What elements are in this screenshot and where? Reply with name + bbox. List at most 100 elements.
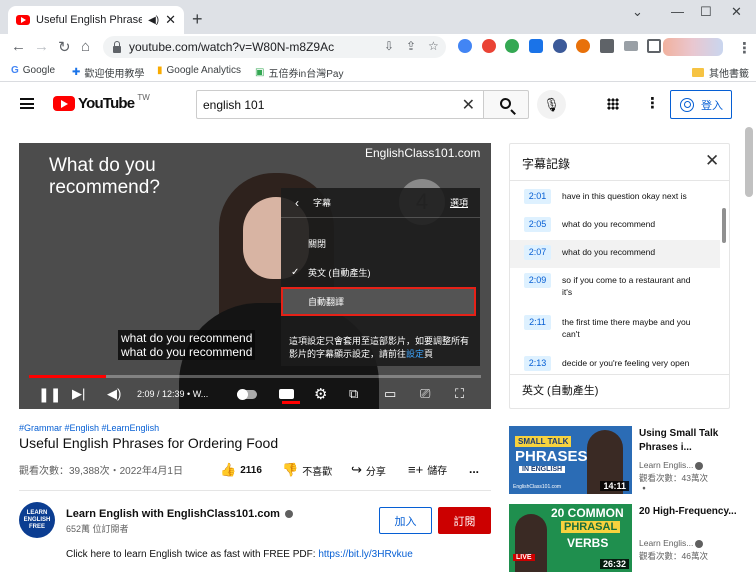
like-button[interactable]: 👍 2116 [220, 462, 262, 478]
browser-tab[interactable]: Useful English Phrases for Ordering Food… [8, 6, 184, 34]
close-transcript-icon[interactable]: ✕ [705, 151, 719, 171]
next-icon[interactable]: ▶| [72, 379, 85, 409]
autoplay-toggle[interactable] [237, 379, 257, 409]
chrome-menu-icon[interactable]: ⋮ [737, 39, 752, 57]
subscribe-button[interactable]: 訂閱 [438, 507, 491, 534]
close-window-icon[interactable]: ✕ [731, 4, 742, 20]
recommended-video-thumbnail[interactable]: 20 COMMON PHRASAL VERBS LIVE 26:32 [509, 504, 632, 572]
volume-icon[interactable]: ◀) [107, 379, 121, 409]
address-bar[interactable]: youtube.com/watch?v=W80N-m8Z9Ac ⇩ ⇪ ☆ [103, 36, 446, 58]
join-button[interactable]: 加入 [379, 507, 432, 534]
media-control-icon[interactable] [624, 41, 638, 51]
subtitles-button[interactable] [279, 379, 294, 409]
recommended-video-channel[interactable]: Learn Englis... [639, 459, 739, 471]
video-duration: 26:32 [599, 559, 629, 569]
account-icon [680, 97, 694, 112]
bookmark-analytics[interactable]: ▮ Google Analytics [157, 65, 241, 76]
sign-in-button[interactable]: 登入 [670, 90, 732, 119]
seek-bar[interactable] [29, 375, 481, 378]
pause-icon[interactable]: ❚❚ [38, 379, 61, 409]
bookmark-star-icon[interactable]: ☆ [428, 39, 439, 53]
translate-extension-icon[interactable] [458, 39, 472, 53]
extensions-puzzle-icon[interactable] [600, 39, 614, 53]
transcript-segment[interactable]: 2:05 what do you recommend [510, 212, 720, 240]
green-extension-icon[interactable] [505, 39, 519, 53]
share-page-icon[interactable]: ⇪ [406, 39, 416, 53]
transcript-segment[interactable]: 2:11 the first time there maybe and you … [510, 310, 720, 351]
install-app-icon[interactable]: ⇩ [384, 39, 394, 53]
transcript-language-select[interactable]: 英文 (自動產生) [522, 382, 598, 398]
recommended-video-title[interactable]: 20 High-Frequency... [639, 505, 739, 519]
close-tab-icon[interactable]: ✕ [165, 12, 176, 28]
transcript-scrollbar[interactable] [722, 208, 726, 243]
subtitle-option-off[interactable]: 關閉 [281, 231, 480, 256]
subtitle-option-auto-translate[interactable]: 自動翻譯 [281, 287, 476, 316]
speaker-icon[interactable]: ◀) [148, 15, 159, 26]
forward-icon[interactable]: → [34, 38, 49, 55]
subtitles-options-link[interactable]: 選項 [450, 196, 468, 209]
reload-icon[interactable]: ↻ [58, 38, 71, 56]
description-link[interactable]: https://bit.ly/3HRvkue [318, 549, 412, 560]
settings-link[interactable]: 設定 [406, 349, 424, 359]
cast-icon[interactable]: ⎚ [420, 379, 430, 409]
bookmark-tutorial[interactable]: ✚ 歡迎使用教學 [72, 65, 144, 80]
thumb-label-phrasal: PHRASAL [561, 521, 621, 533]
screenshot-extension-icon[interactable] [529, 39, 543, 53]
new-tab-icon[interactable]: + [192, 9, 203, 30]
video-player[interactable]: What do you recommend? EnglishClass101.c… [19, 143, 491, 409]
apps-grid-icon[interactable] [607, 98, 619, 110]
segment-timestamp: 2:09 [524, 273, 551, 288]
settings-more-icon[interactable]: ⋮ [645, 94, 660, 112]
page-scrollbar[interactable] [745, 127, 753, 197]
recommended-video-thumbnail[interactable]: SMALL TALK PHRASES IN ENGLISH EnglishCla… [509, 426, 632, 494]
subtitles-menu: ‹ 字幕 選項 關閉 ✓ 英文 (自動產生) 自動翻譯 這項設定只會套用至這部影… [281, 188, 480, 366]
clear-search-icon[interactable]: ✕ [462, 95, 475, 115]
tab-title: Useful English Phrases for Ordering Food [36, 14, 143, 26]
search-button[interactable] [483, 90, 529, 119]
orange-extension-icon[interactable] [576, 39, 590, 53]
thumb-presenter [515, 514, 547, 572]
channel-avatar[interactable]: LEARN ENGLISH FREE [19, 502, 55, 538]
transcript-segment-active[interactable]: 2:07 what do you recommend [510, 240, 720, 268]
other-bookmarks[interactable]: 其他書籤 [692, 65, 749, 80]
bookmark-taiwanpay[interactable]: ▣ 五倍券in台灣Pay [255, 65, 343, 80]
fullscreen-icon[interactable]: ⛶ [455, 379, 464, 409]
channel-name[interactable]: Learn English with EnglishClass101.com [66, 508, 294, 520]
menu-hamburger-icon[interactable] [20, 98, 34, 109]
side-panel-icon[interactable] [647, 39, 661, 53]
miniplayer-icon[interactable]: ⧉ [349, 379, 358, 409]
search-input[interactable]: english 101 ✕ [196, 90, 484, 119]
transcript-segment[interactable]: 2:13 decide or you're feeling very open [510, 351, 720, 375]
tab-search-chevron-icon[interactable]: ⌄ [632, 4, 643, 20]
opera-extension-icon[interactable] [482, 39, 496, 53]
blue-extension-icon[interactable] [553, 39, 567, 53]
subtitles-menu-header[interactable]: ‹ 字幕 選項 [281, 188, 480, 218]
profile-avatar[interactable] [663, 38, 723, 56]
transcript-panel: 字幕記錄 ✕ 2:01 have in this question okay n… [509, 143, 730, 409]
maximize-icon[interactable]: ☐ [700, 4, 712, 20]
minimize-icon[interactable]: — [671, 4, 684, 19]
segment-text: decide or you're feeling very open [562, 358, 690, 368]
dislike-button[interactable]: 👎 不喜歡 [282, 462, 332, 478]
transcript-segment[interactable]: 2:09 so if you come to a restaurant and … [510, 268, 720, 310]
theater-mode-icon[interactable]: ▭ [384, 379, 396, 409]
microphone-icon: 🎙 [543, 96, 560, 112]
time-display: 2:09 / 12:39 • W... [137, 389, 209, 399]
subtitle-option-english-auto[interactable]: ✓ 英文 (自動產生) [281, 260, 480, 285]
home-icon[interactable]: ⌂ [81, 38, 90, 55]
save-button[interactable]: ≡+ 儲存 [408, 462, 447, 477]
voice-search-button[interactable]: 🎙 [537, 90, 566, 119]
youtube-logo[interactable]: YouTube TW [53, 93, 150, 112]
chevron-left-icon[interactable]: ‹ [295, 196, 299, 210]
recommended-video-channel[interactable]: Learn Englis... [639, 537, 739, 549]
video-hashtags[interactable]: #Grammar #English #LearnEnglish [19, 423, 159, 433]
bookmark-google[interactable]: G Google [11, 65, 55, 76]
transcript-segment[interactable]: 2:01 have in this question okay next is [510, 184, 720, 212]
more-actions-button[interactable]: ... [469, 462, 479, 476]
share-button[interactable]: ↪ 分享 [351, 462, 386, 478]
settings-gear-icon[interactable]: ⚙ [314, 379, 327, 409]
subscriber-count: 652萬 位訂閱者 [66, 524, 129, 534]
recommended-video-title[interactable]: Using Small Talk Phrases i... [639, 427, 739, 455]
back-icon[interactable]: ← [11, 38, 26, 55]
transcript-title: 字幕記錄 [522, 157, 571, 171]
